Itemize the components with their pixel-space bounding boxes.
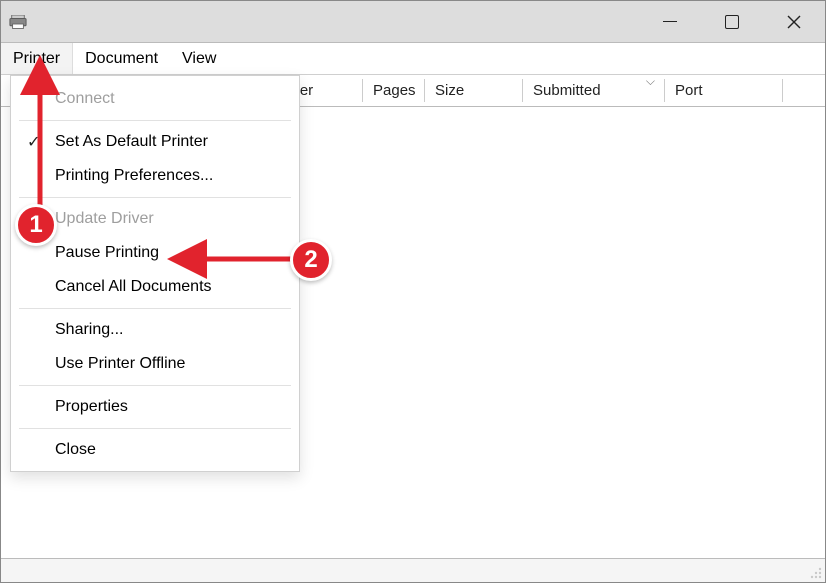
sort-caret-icon: ⌵: [646, 74, 655, 89]
statusbar: [1, 558, 825, 582]
menu-item-set-default[interactable]: ✓ Set As Default Printer: [11, 125, 299, 159]
menubar: Printer Document View: [1, 43, 825, 75]
menu-item-printing-prefs[interactable]: Printing Preferences...: [11, 159, 299, 193]
maximize-button[interactable]: [701, 1, 763, 43]
col-port[interactable]: Port: [665, 75, 783, 106]
menu-printer[interactable]: Printer: [1, 43, 73, 74]
menu-item-cancel-all[interactable]: Cancel All Documents: [11, 270, 299, 304]
printer-menu-dropdown: Connect ✓ Set As Default Printer Printin…: [10, 75, 300, 472]
menu-item-close[interactable]: Close: [11, 433, 299, 467]
menu-item-use-offline[interactable]: Use Printer Offline: [11, 347, 299, 381]
printer-icon: [9, 15, 27, 29]
menu-separator: [19, 120, 291, 121]
menu-item-sharing[interactable]: Sharing...: [11, 313, 299, 347]
col-spacer: [783, 75, 825, 106]
menu-separator: [19, 428, 291, 429]
minimize-button[interactable]: [639, 1, 701, 43]
menu-separator: [19, 308, 291, 309]
titlebar-left: [9, 15, 27, 29]
menu-item-pause-printing[interactable]: Pause Printing: [11, 236, 299, 270]
menu-item-properties[interactable]: Properties: [11, 390, 299, 424]
menu-separator: [19, 197, 291, 198]
check-icon: ✓: [27, 132, 40, 152]
titlebar: [1, 1, 825, 43]
menu-item-update-driver: Update Driver: [11, 202, 299, 236]
col-pages[interactable]: Pages: [363, 75, 425, 106]
menu-item-connect: Connect: [11, 82, 299, 116]
resize-grip-icon[interactable]: [808, 565, 822, 579]
menu-separator: [19, 385, 291, 386]
window-controls: [639, 1, 825, 43]
col-submitted[interactable]: Submitted ⌵: [523, 75, 665, 106]
col-size[interactable]: Size: [425, 75, 523, 106]
col-submitted-label: Submitted: [533, 82, 601, 99]
close-window-button[interactable]: [763, 1, 825, 43]
menu-view[interactable]: View: [170, 43, 228, 74]
menu-item-label: Set As Default Printer: [55, 133, 208, 151]
menu-document[interactable]: Document: [73, 43, 170, 74]
